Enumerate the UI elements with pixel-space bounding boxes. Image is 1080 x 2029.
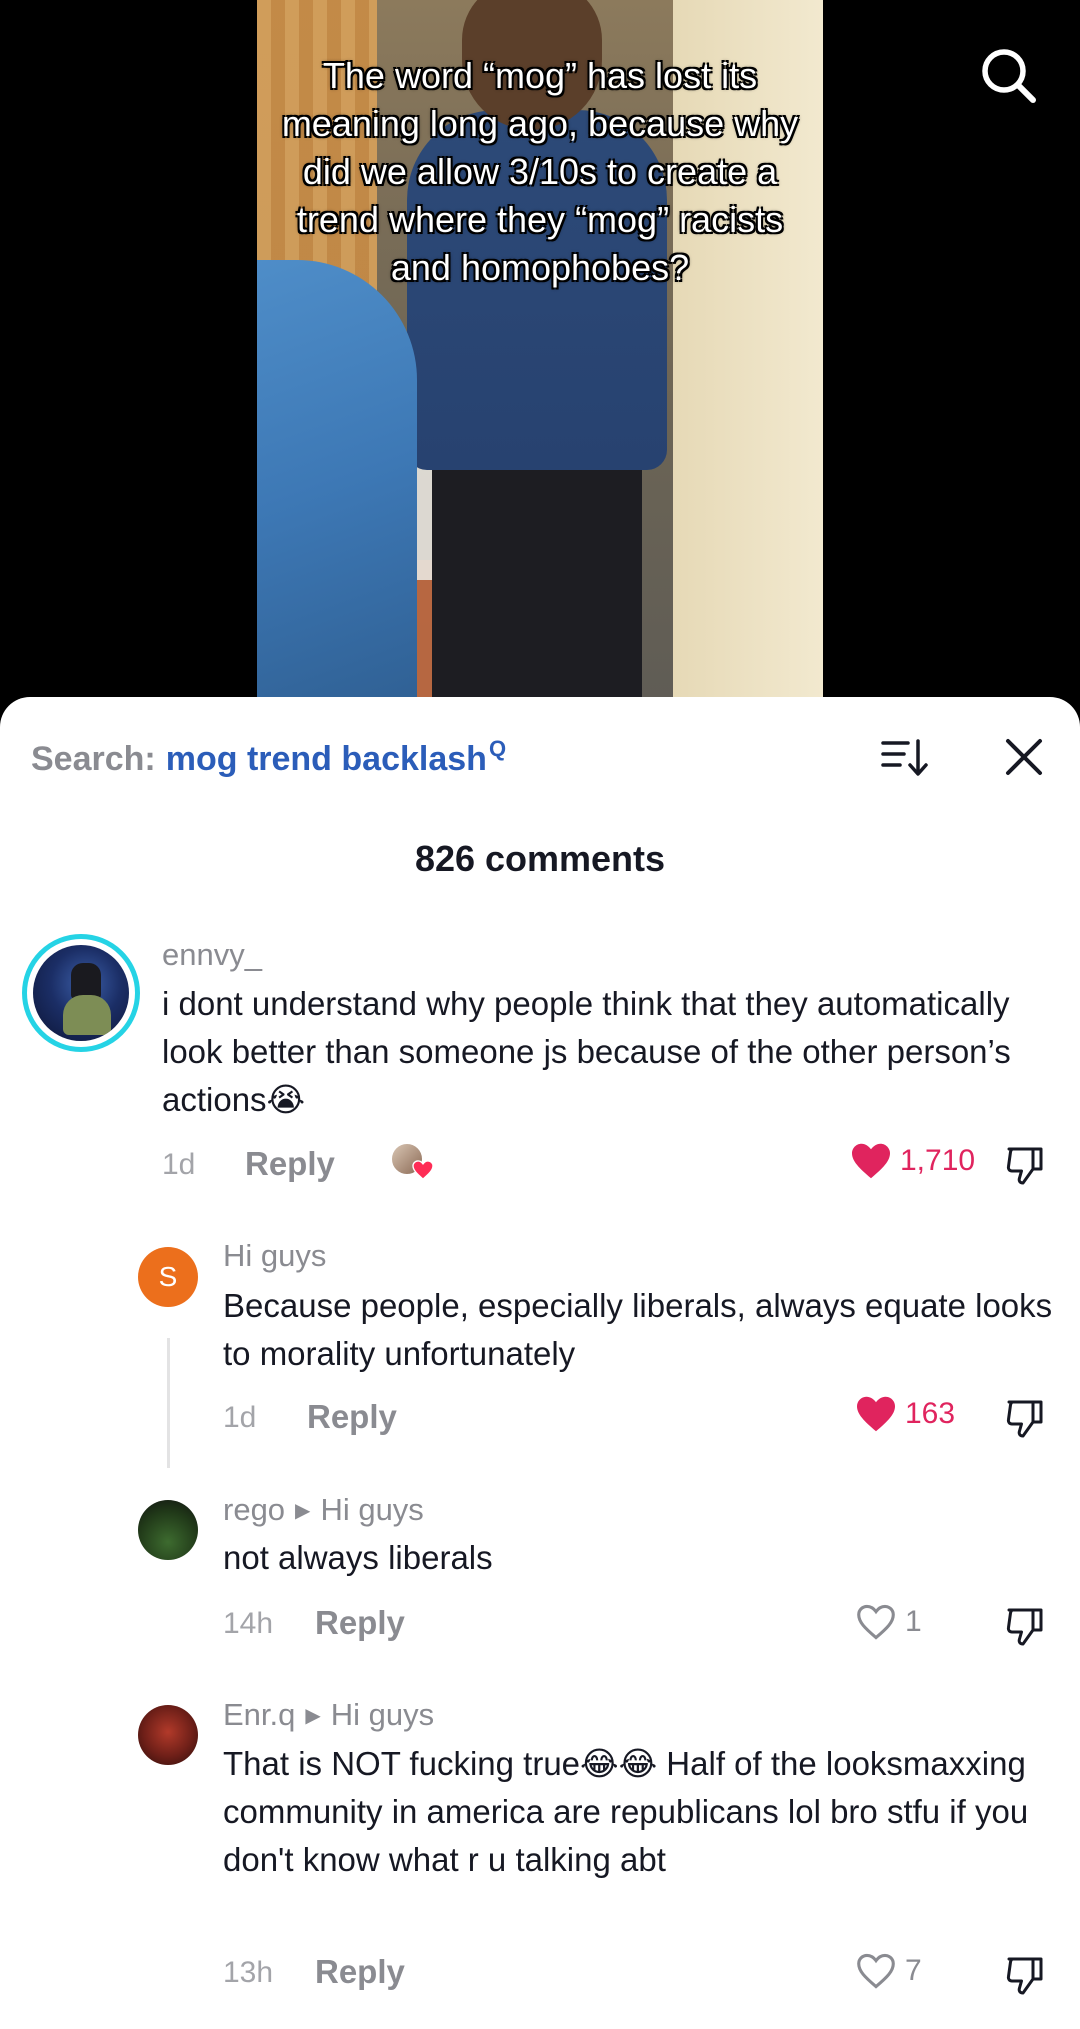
comment-text: not always liberals — [223, 1539, 493, 1576]
dislike-icon[interactable] — [1003, 1396, 1047, 1440]
reply-to-username[interactable]: Hi guys — [331, 1697, 434, 1732]
dislike-icon[interactable] — [1003, 1953, 1047, 1997]
comment-time: 13h — [223, 1956, 274, 1989]
like-count: 1,710 — [900, 1144, 976, 1177]
video-background-curtain — [257, 260, 417, 710]
reply-arrow-icon: ▶ — [295, 1500, 311, 1522]
like-count: 1 — [905, 1605, 922, 1638]
video-caption-overlay: The word “mog” has lost its meaning long… — [281, 55, 799, 288]
avatar[interactable] — [22, 934, 140, 1052]
reply-arrow-icon: ▶ — [305, 1705, 321, 1727]
comment-text: Because people, especially liberals, alw… — [223, 1287, 1053, 1372]
reply-button[interactable]: Reply — [307, 1398, 397, 1436]
like-button[interactable]: 1,710 — [850, 1142, 975, 1180]
comment-username[interactable]: ennvy_ — [162, 937, 262, 973]
comment-time: 1d — [162, 1148, 196, 1181]
video-person-pants — [432, 430, 642, 710]
heart-filled-icon — [852, 1143, 890, 1179]
reply-button[interactable]: Reply — [245, 1145, 335, 1183]
avatar[interactable] — [138, 1705, 198, 1765]
related-search-link[interactable]: Search: mog trend backlash Q — [31, 736, 506, 782]
video-player[interactable]: The word “mog” has lost its meaning long… — [0, 0, 1080, 710]
search-prefix: Search: — [31, 740, 156, 778]
comment-username-text: rego — [223, 1492, 286, 1527]
comment-count: 826 comments — [414, 838, 666, 879]
heart-filled-icon — [857, 1396, 895, 1432]
comment-username[interactable]: Enr.q ▶ Hi guys — [223, 1697, 434, 1733]
dislike-icon[interactable] — [1003, 1604, 1047, 1648]
like-button[interactable]: 163 — [855, 1395, 955, 1433]
comment-username-text: Enr.q — [223, 1697, 296, 1732]
thread-line — [167, 1338, 170, 1468]
comment-username[interactable]: Hi guys — [223, 1238, 326, 1274]
comment-time: 1d — [223, 1401, 257, 1434]
reply-button[interactable]: Reply — [315, 1604, 405, 1642]
close-icon[interactable] — [1002, 735, 1046, 779]
search-mag-icon: Q — [488, 736, 507, 761]
sort-icon[interactable] — [880, 737, 928, 779]
like-count: 163 — [905, 1397, 956, 1430]
comment-time: 14h — [223, 1607, 274, 1640]
avatar[interactable] — [138, 1500, 198, 1560]
comment-username[interactable]: rego ▶ Hi guys — [223, 1492, 424, 1528]
heart-icon — [412, 1160, 434, 1180]
avatar[interactable]: S — [138, 1247, 198, 1307]
dislike-icon[interactable] — [1003, 1143, 1047, 1187]
heart-outline-icon — [857, 1953, 895, 1989]
creator-liked-badge — [390, 1142, 440, 1186]
reply-button[interactable]: Reply — [315, 1953, 405, 1991]
comment-text: That is NOT fucking true😂😂 Half of the l… — [223, 1745, 1029, 1878]
avatar-letter: S — [158, 1261, 178, 1292]
like-button[interactable]: 7 — [855, 1952, 922, 1990]
like-button[interactable]: 1 — [855, 1603, 922, 1641]
reply-to-username[interactable]: Hi guys — [320, 1492, 423, 1527]
heart-outline-icon — [857, 1604, 895, 1640]
like-count: 7 — [905, 1954, 922, 1987]
search-icon[interactable] — [978, 45, 1038, 105]
search-term[interactable]: mog trend backlash — [166, 740, 487, 779]
comment-text: i dont understand why people think that … — [162, 985, 1011, 1118]
